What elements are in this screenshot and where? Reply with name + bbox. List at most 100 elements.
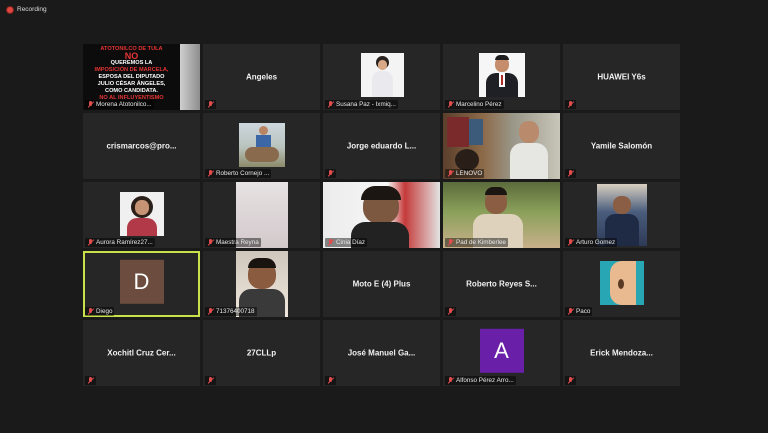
participant-tile[interactable]: José Manuel Ga...	[323, 320, 440, 386]
avatar-initial: A	[494, 337, 509, 363]
muted-mic-icon	[567, 377, 574, 384]
recording-indicator[interactable]: Recording	[7, 6, 47, 13]
participant-tile[interactable]: Marcelino Pérez	[443, 44, 560, 110]
participant-tile[interactable]: Susana Paz - Ixmiq...	[323, 44, 440, 110]
participant-label: Cinia Díaz	[325, 238, 368, 247]
participant-name: Arturo Gomez	[576, 239, 616, 246]
participant-label: LENOVO	[445, 169, 485, 178]
muted-mic-icon	[87, 101, 94, 108]
muted-mic-icon	[447, 170, 454, 177]
participant-tile[interactable]: Cinia Díaz	[323, 182, 440, 248]
poster-text: QUEREMOS LA	[110, 60, 153, 66]
muted-mic-icon	[207, 239, 214, 246]
participant-name: Yamile Salomón	[590, 141, 653, 151]
muted-mic-icon	[207, 170, 214, 177]
participant-name: Susana Paz - Ixmiq...	[336, 101, 396, 108]
participant-label	[325, 376, 336, 385]
participant-name: Morena Atotonilco...	[96, 101, 152, 108]
participant-tile[interactable]: Aurora Ramírez27...	[83, 182, 200, 248]
participant-name: José Manuel Ga...	[347, 348, 416, 358]
profile-photo	[239, 123, 285, 167]
participant-tile[interactable]: Maestra Reyna	[203, 182, 320, 248]
muted-mic-icon	[447, 377, 454, 384]
participant-tile[interactable]: Roberto Reyes S...	[443, 251, 560, 317]
participant-tile[interactable]: Angeles	[203, 44, 320, 110]
participant-name: LENOVO	[456, 170, 483, 177]
muted-mic-icon	[327, 101, 334, 108]
participant-label: Aurora Ramírez27...	[85, 238, 155, 247]
participant-tile[interactable]: Xochitl Cruz Cer...	[83, 320, 200, 386]
participant-tile[interactable]: Erick Mendoza...	[563, 320, 680, 386]
participant-label	[205, 100, 216, 109]
muted-mic-icon	[447, 101, 454, 108]
profile-photo	[600, 261, 644, 305]
participant-label: Susana Paz - Ixmiq...	[325, 100, 398, 109]
muted-mic-icon	[447, 239, 454, 246]
participant-tile[interactable]: LENOVO	[443, 113, 560, 179]
participant-label: Roberto Cornejo ...	[205, 169, 272, 178]
participant-name: Cinia Díaz	[336, 239, 366, 246]
participant-label	[205, 376, 216, 385]
participant-name: crismarcos@pro...	[106, 141, 177, 151]
participant-label	[445, 307, 456, 316]
participant-label: Morena Atotonilco...	[85, 100, 154, 109]
participant-name: HUAWEI Y6s	[597, 72, 646, 82]
muted-mic-icon	[327, 239, 334, 246]
participant-label: Marcelino Pérez	[445, 100, 504, 109]
muted-mic-icon	[87, 308, 94, 315]
participant-tile[interactable]: Yamile Salomón	[563, 113, 680, 179]
participant-tile[interactable]: HUAWEI Y6s	[563, 44, 680, 110]
muted-mic-icon	[207, 101, 214, 108]
profile-photo	[120, 192, 164, 236]
participant-tile[interactable]: ATOTONILCO DE TULA NO QUEREMOS LA IMPOSI…	[83, 44, 200, 110]
participant-tile[interactable]: Arturo Gomez	[563, 182, 680, 248]
participant-tile[interactable]: Roberto Cornejo ...	[203, 113, 320, 179]
muted-mic-icon	[327, 377, 334, 384]
participant-label: 71376400718	[205, 307, 257, 316]
poster-text: JULIO CÉSAR ÁNGELES,	[97, 81, 166, 87]
participant-label	[325, 169, 336, 178]
participant-name: Jorge eduardo L...	[346, 141, 417, 151]
participant-tile[interactable]: crismarcos@pro...	[83, 113, 200, 179]
gallery-view-grid: ATOTONILCO DE TULA NO QUEREMOS LA IMPOSI…	[83, 44, 680, 386]
participant-tile[interactable]: 27CLLp	[203, 320, 320, 386]
muted-mic-icon	[567, 170, 574, 177]
participant-tile-active-speaker[interactable]: D Diego	[83, 251, 200, 317]
meeting-top-bar: Recording	[0, 0, 768, 22]
recording-dot-icon	[7, 6, 13, 13]
participant-name: Roberto Reyes S...	[466, 279, 537, 289]
muted-mic-icon	[207, 377, 214, 384]
participant-name: Alfonso Pérez Arro...	[456, 377, 514, 384]
participant-label: Alfonso Pérez Arro...	[445, 376, 516, 385]
avatar: D	[119, 259, 164, 304]
muted-mic-icon	[327, 170, 334, 177]
muted-mic-icon	[447, 308, 454, 315]
participant-name: Paco	[576, 308, 591, 315]
participant-name: 27CLLp	[246, 348, 277, 358]
participant-tile[interactable]: A Alfonso Pérez Arro...	[443, 320, 560, 386]
participant-tile[interactable]: 71376400718	[203, 251, 320, 317]
participant-tile[interactable]: Moto E (4) Plus	[323, 251, 440, 317]
muted-mic-icon	[87, 377, 94, 384]
participant-tile[interactable]: Paco	[563, 251, 680, 317]
muted-mic-icon	[567, 239, 574, 246]
participant-name: Marcelino Pérez	[456, 101, 502, 108]
participant-name: 71376400718	[216, 308, 255, 315]
profile-photo	[180, 44, 200, 110]
participant-name: Erick Mendoza...	[590, 348, 653, 358]
participant-label: Paco	[565, 307, 593, 316]
participant-label	[565, 169, 576, 178]
participant-label: Pad de Kimberlee	[445, 238, 509, 247]
profile-photo	[361, 53, 404, 97]
muted-mic-icon	[207, 308, 214, 315]
poster-text: COMO CANDIDATA.	[105, 88, 158, 94]
poster-text: IMPOSICIÓN DE MARCELA,	[94, 67, 169, 73]
participant-name: Diego	[96, 308, 113, 315]
muted-mic-icon	[87, 239, 94, 246]
participant-label	[565, 100, 576, 109]
participant-name: Pad de Kimberlee	[456, 239, 507, 246]
participant-tile[interactable]: Pad de Kimberlee	[443, 182, 560, 248]
participant-name: Maestra Reyna	[216, 239, 259, 246]
participant-tile[interactable]: Jorge eduardo L...	[323, 113, 440, 179]
poster-text: ESPOSA DEL DIPUTADO	[98, 74, 165, 80]
